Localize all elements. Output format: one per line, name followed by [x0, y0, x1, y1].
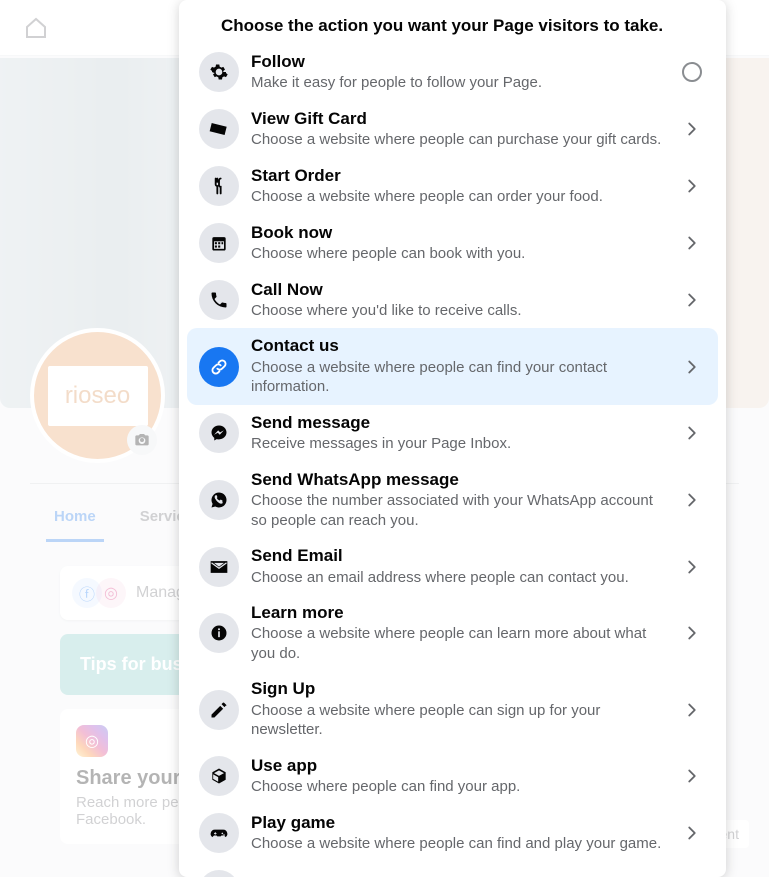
option-send-whatsapp[interactable]: Send WhatsApp messageChoose the number a… — [187, 462, 718, 538]
option-description: Choose a website where people can purcha… — [251, 130, 666, 150]
option-title: Book now — [251, 223, 666, 243]
option-learn-more[interactable]: Learn moreChoose a website where people … — [187, 595, 718, 671]
option-follow[interactable]: FollowMake it easy for people to follow … — [187, 44, 718, 101]
option-title: Contact us — [251, 336, 666, 356]
chevron-right-icon — [678, 699, 706, 721]
gamepad-icon — [199, 813, 239, 853]
option-description: Choose a website where people can sign u… — [251, 701, 666, 740]
chevron-right-icon — [678, 289, 706, 311]
option-title: Send Email — [251, 546, 666, 566]
option-send-email[interactable]: Send EmailChoose an email address where … — [187, 538, 718, 595]
option-title: Play game — [251, 813, 666, 833]
link-icon — [199, 347, 239, 387]
option-title: Follow — [251, 52, 666, 72]
chevron-right-icon — [678, 232, 706, 254]
cube-icon — [199, 756, 239, 796]
option-title: Call Now — [251, 280, 666, 300]
option-title: Send WhatsApp message — [251, 470, 666, 490]
option-description: Choose a website where people can learn … — [251, 624, 666, 663]
option-title: Use app — [251, 756, 666, 776]
chevron-right-icon — [678, 175, 706, 197]
radio-unselected — [678, 62, 706, 82]
play-icon — [199, 870, 239, 877]
option-book-now[interactable]: Book nowChoose where people can book wit… — [187, 215, 718, 272]
option-watch-video[interactable]: Watch video — [187, 862, 718, 877]
utensils-icon — [199, 166, 239, 206]
chevron-right-icon — [678, 765, 706, 787]
option-play-game[interactable]: Play gameChoose a website where people c… — [187, 805, 718, 862]
option-view-gift-card[interactable]: View Gift CardChoose a website where peo… — [187, 101, 718, 158]
calendar-icon — [199, 223, 239, 263]
whatsapp-icon — [199, 480, 239, 520]
option-title: Learn more — [251, 603, 666, 623]
option-description: Choose a website where people can find a… — [251, 834, 666, 854]
chevron-right-icon — [678, 822, 706, 844]
chevron-right-icon — [678, 422, 706, 444]
messenger-icon — [199, 413, 239, 453]
options-list: FollowMake it easy for people to follow … — [179, 44, 726, 877]
option-send-message[interactable]: Send messageReceive messages in your Pag… — [187, 405, 718, 462]
option-description: Choose a website where people can order … — [251, 187, 666, 207]
option-description: Choose the number associated with your W… — [251, 491, 666, 530]
envelope-icon — [199, 547, 239, 587]
option-start-order[interactable]: Start OrderChoose a website where people… — [187, 158, 718, 215]
chevron-right-icon — [678, 356, 706, 378]
gear-icon — [199, 52, 239, 92]
option-description: Choose where people can book with you. — [251, 244, 666, 264]
option-description: Make it easy for people to follow your P… — [251, 73, 666, 93]
option-description: Receive messages in your Page Inbox. — [251, 434, 666, 454]
option-call-now[interactable]: Call NowChoose where you'd like to recei… — [187, 272, 718, 329]
option-description: Choose a website where people can find y… — [251, 358, 666, 397]
option-sign-up[interactable]: Sign UpChoose a website where people can… — [187, 671, 718, 747]
action-button-dialog: Choose the action you want your Page vis… — [179, 0, 726, 877]
option-title: Start Order — [251, 166, 666, 186]
option-title: Sign Up — [251, 679, 666, 699]
option-description: Choose an email address where people can… — [251, 568, 666, 588]
option-title: View Gift Card — [251, 109, 666, 129]
option-description: Choose where you'd like to receive calls… — [251, 301, 666, 321]
chevron-right-icon — [678, 556, 706, 578]
option-description: Choose where people can find your app. — [251, 777, 666, 797]
dialog-title: Choose the action you want your Page vis… — [179, 0, 726, 44]
chevron-right-icon — [678, 118, 706, 140]
phone-icon — [199, 280, 239, 320]
pencil-icon — [199, 690, 239, 730]
option-use-app[interactable]: Use appChoose where people can find your… — [187, 748, 718, 805]
option-title: Send message — [251, 413, 666, 433]
option-contact-us[interactable]: Contact usChoose a website where people … — [187, 328, 718, 404]
ticket-icon — [199, 109, 239, 149]
chevron-right-icon — [678, 489, 706, 511]
chevron-right-icon — [678, 622, 706, 644]
info-icon — [199, 613, 239, 653]
